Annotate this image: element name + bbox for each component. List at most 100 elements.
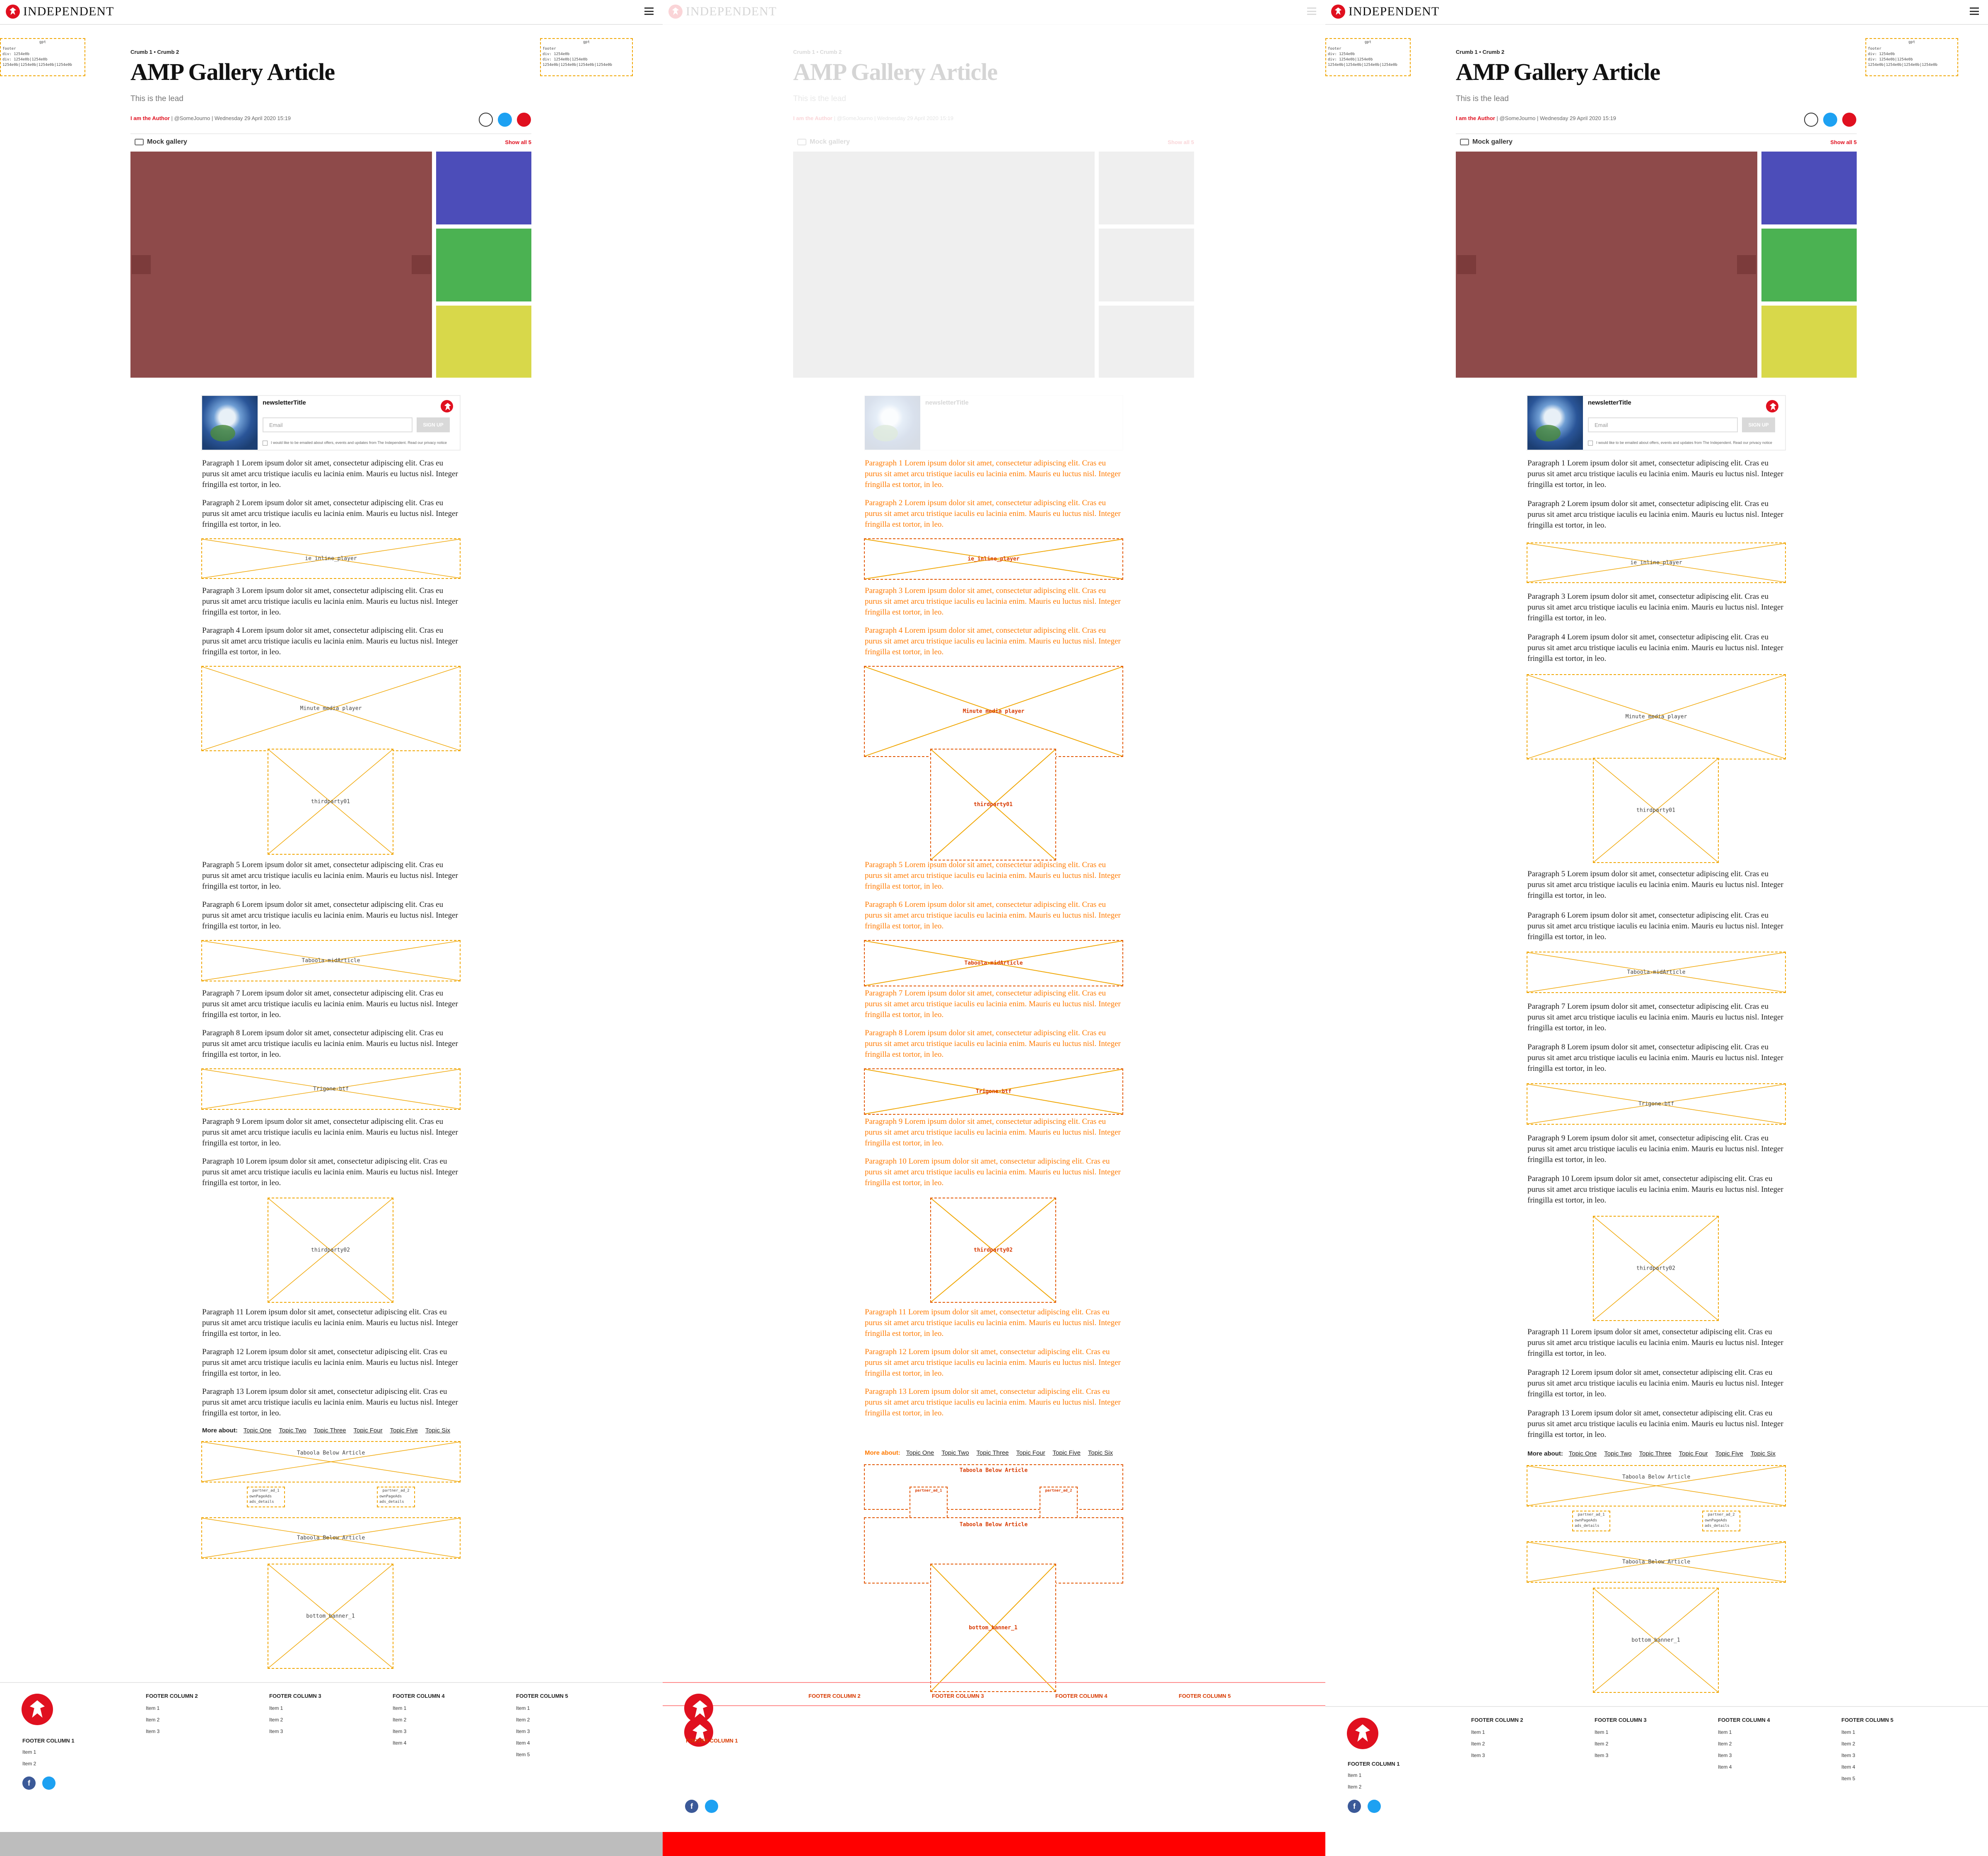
topic-link[interactable]: Topic Four — [1016, 1449, 1045, 1456]
site-logo[interactable]: INDEPENDENT — [668, 4, 777, 19]
footer-link[interactable]: Item 3 — [516, 1728, 530, 1734]
facebook-icon[interactable]: f — [22, 1776, 36, 1790]
author-link[interactable]: I am the Author — [1456, 115, 1495, 121]
author-link[interactable]: I am the Author — [130, 115, 170, 121]
breadcrumb[interactable]: Crumb 1 • Crumb 2 — [793, 49, 842, 55]
hamburger-menu-icon[interactable] — [1970, 7, 1979, 15]
footer-link[interactable]: Item 1 — [146, 1705, 159, 1711]
footer-link[interactable]: Item 4 — [1718, 1764, 1732, 1770]
topic-link[interactable]: Topic Five — [1715, 1450, 1743, 1457]
footer-link[interactable]: Item 1 — [22, 1749, 36, 1755]
footer-link[interactable]: Item 2 — [1718, 1741, 1732, 1747]
footer-link[interactable]: Item 3 — [393, 1728, 406, 1734]
breadcrumb[interactable]: Crumb 1 • Crumb 2 — [130, 49, 179, 55]
facebook-icon[interactable]: f — [1348, 1800, 1361, 1813]
gallery-thumbnail-3[interactable] — [1761, 306, 1857, 378]
twitter-share-icon[interactable] — [498, 113, 512, 127]
twitter-icon[interactable] — [1368, 1800, 1381, 1813]
topic-link[interactable]: Topic Five — [1052, 1449, 1081, 1456]
footer-link[interactable]: Item 2 — [393, 1717, 406, 1723]
gallery-main-image[interactable] — [1456, 152, 1757, 378]
footer-link[interactable]: Item 2 — [22, 1761, 36, 1767]
email-field[interactable]: Email — [1588, 417, 1738, 432]
footer-link[interactable]: Item 5 — [516, 1752, 530, 1757]
show-all-link[interactable]: Show all 5 — [1168, 139, 1194, 145]
consent-checkbox[interactable] — [1588, 441, 1593, 446]
footer-link[interactable]: Item 4 — [393, 1740, 406, 1746]
gpt-ad-right: gpt footer div: 1254e0b div: 1254e0b|1254e… — [540, 38, 633, 76]
twitter-icon[interactable] — [705, 1800, 718, 1813]
footer-link[interactable]: Item 3 — [1471, 1752, 1485, 1758]
gallery-thumbnail-3[interactable] — [436, 306, 531, 378]
hamburger-menu-icon[interactable] — [644, 7, 654, 15]
footer-link[interactable]: Item 4 — [1841, 1764, 1855, 1770]
flipboard-share-icon[interactable] — [479, 113, 493, 127]
email-share-icon[interactable] — [1842, 113, 1856, 127]
email-field[interactable]: Email — [263, 417, 413, 432]
footer-divider — [0, 1682, 663, 1683]
footer-link[interactable]: Item 2 — [1595, 1741, 1608, 1747]
footer-link[interactable]: Item 3 — [1718, 1752, 1732, 1758]
footer-link[interactable]: Item 3 — [146, 1728, 159, 1734]
topic-link[interactable]: Topic Four — [1679, 1450, 1708, 1457]
email-share-icon[interactable] — [517, 113, 531, 127]
gallery-thumbnail-1[interactable] — [436, 152, 531, 224]
topic-link[interactable]: Topic Two — [279, 1427, 306, 1434]
gallery-prev-arrow-icon[interactable] — [132, 255, 151, 274]
gallery-thumbnail-placeholder — [1099, 152, 1194, 224]
footer-link[interactable]: Item 1 — [1595, 1729, 1608, 1735]
sign-up-button[interactable]: SIGN UP — [1742, 417, 1775, 432]
topic-link[interactable]: Topic Four — [354, 1427, 383, 1434]
footer-link[interactable]: Item 1 — [393, 1705, 406, 1711]
paragraph: Paragraph 8 Lorem ipsum dolor sit amet, … — [1527, 1043, 1783, 1073]
footer-link[interactable]: Item 1 — [269, 1705, 283, 1711]
gallery-thumbnail-1[interactable] — [1761, 152, 1857, 224]
topic-link[interactable]: Topic Two — [941, 1449, 969, 1456]
topic-link[interactable]: Topic One — [906, 1449, 934, 1456]
site-logo[interactable]: INDEPENDENT — [6, 4, 114, 19]
hamburger-menu-icon[interactable] — [1307, 7, 1316, 15]
footer-link[interactable]: Item 1 — [516, 1705, 530, 1711]
footer-link[interactable]: Item 2 — [1471, 1741, 1485, 1747]
gallery-thumbnail-2[interactable] — [1761, 229, 1857, 301]
topic-link[interactable]: Topic Three — [1639, 1450, 1672, 1457]
show-all-link[interactable]: Show all 5 — [505, 139, 531, 145]
gallery-next-arrow-icon[interactable] — [412, 255, 431, 274]
footer-link[interactable]: Item 4 — [516, 1740, 530, 1746]
footer-link[interactable]: Item 2 — [516, 1717, 530, 1723]
gallery-prev-arrow-icon[interactable] — [1457, 255, 1476, 274]
footer-link[interactable]: Item 3 — [1595, 1752, 1608, 1758]
gallery-next-arrow-icon[interactable] — [1737, 255, 1756, 274]
topic-link[interactable]: Topic Three — [314, 1427, 346, 1434]
site-logo[interactable]: INDEPENDENT — [1331, 4, 1439, 19]
footer-link[interactable]: Item 3 — [1841, 1752, 1855, 1758]
gallery-main-image[interactable] — [130, 152, 432, 378]
facebook-icon[interactable]: f — [685, 1800, 698, 1813]
topic-link[interactable]: Topic One — [244, 1427, 272, 1434]
footer-link[interactable]: Item 2 — [1841, 1741, 1855, 1747]
footer-link[interactable]: Item 1 — [1471, 1729, 1485, 1735]
footer-link[interactable]: Item 1 — [1841, 1729, 1855, 1735]
gallery-thumbnail-2[interactable] — [436, 229, 531, 301]
flipboard-share-icon[interactable] — [1804, 113, 1818, 127]
footer-link[interactable]: Item 5 — [1841, 1776, 1855, 1781]
footer-link[interactable]: Item 1 — [1718, 1729, 1732, 1735]
footer-link[interactable]: Item 2 — [146, 1717, 159, 1723]
topic-link[interactable]: Topic One — [1569, 1450, 1597, 1457]
twitter-share-icon[interactable] — [1823, 113, 1837, 127]
topic-link[interactable]: Topic Five — [390, 1427, 418, 1434]
consent-checkbox[interactable] — [263, 441, 268, 446]
topic-link[interactable]: Topic Three — [977, 1449, 1009, 1456]
breadcrumb[interactable]: Crumb 1 • Crumb 2 — [1456, 49, 1504, 55]
topic-link[interactable]: Topic Six — [425, 1427, 450, 1434]
footer-link[interactable]: Item 1 — [1348, 1772, 1361, 1778]
topic-link[interactable]: Topic Six — [1751, 1450, 1776, 1457]
footer-link[interactable]: Item 2 — [269, 1717, 283, 1723]
topic-link[interactable]: Topic Six — [1088, 1449, 1113, 1456]
show-all-link[interactable]: Show all 5 — [1830, 139, 1857, 145]
twitter-icon[interactable] — [42, 1776, 55, 1790]
sign-up-button[interactable]: SIGN UP — [417, 417, 450, 432]
footer-link[interactable]: Item 2 — [1348, 1784, 1361, 1790]
footer-link[interactable]: Item 3 — [269, 1728, 283, 1734]
topic-link[interactable]: Topic Two — [1604, 1450, 1631, 1457]
